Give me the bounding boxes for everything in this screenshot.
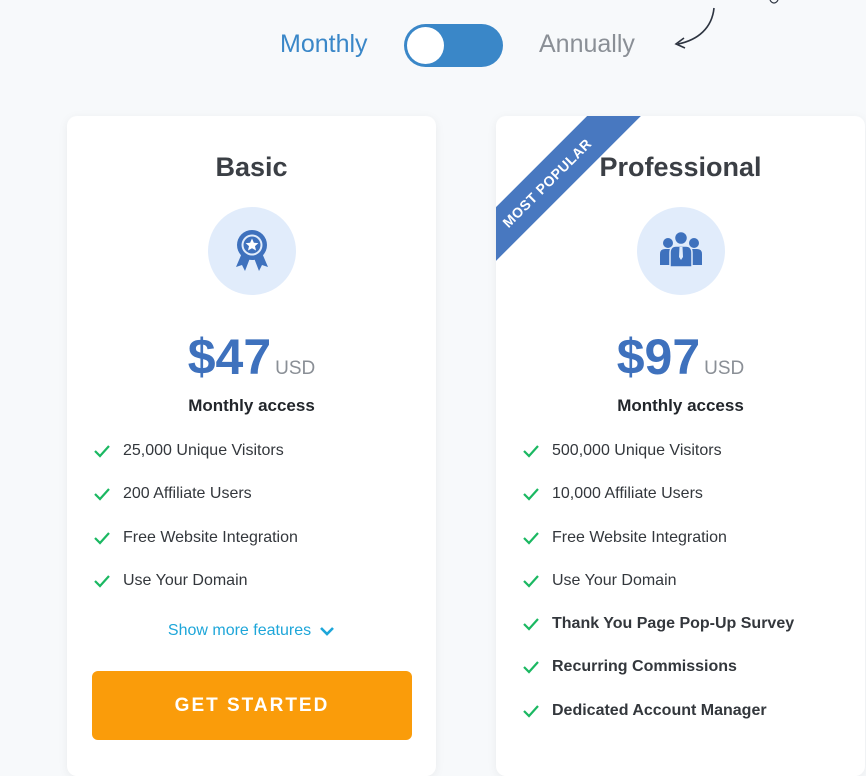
- monthly-label[interactable]: Monthly: [280, 30, 368, 59]
- price-row: $97 USD: [496, 328, 865, 386]
- curved-arrow-icon: [674, 0, 779, 49]
- feature-text: Thank You Page Pop-Up Survey: [552, 615, 795, 633]
- feature-item: Free Website Integration: [522, 529, 794, 572]
- check-icon: [523, 661, 539, 675]
- feature-text: Recurring Commissions: [552, 658, 737, 676]
- check-icon: [523, 575, 539, 588]
- feature-list: 25,000 Unique Visitors 200 Affiliate Use…: [93, 442, 298, 615]
- plan-price: $47: [187, 329, 272, 385]
- chevron-down-icon: [320, 626, 335, 636]
- feature-item: Recurring Commissions: [522, 658, 794, 701]
- check-icon: [94, 488, 110, 501]
- feature-text: 500,000 Unique Visitors: [552, 442, 722, 459]
- plan-currency: USD: [704, 358, 745, 379]
- plan-card-basic: Basic $47 USD Monthly access 25,000 Uniqu…: [67, 116, 436, 776]
- feature-item: 25,000 Unique Visitors: [93, 442, 298, 485]
- show-more-label: Show more features: [167, 622, 312, 639]
- show-more-features-link[interactable]: Show more features: [67, 622, 436, 640]
- award-ribbon-icon: [236, 230, 268, 271]
- check-icon: [94, 445, 110, 458]
- billing-switch[interactable]: [404, 24, 503, 67]
- feature-text: 10,000 Affiliate Users: [552, 485, 703, 503]
- feature-item: 500,000 Unique Visitors: [522, 442, 794, 485]
- plan-price: $97: [616, 329, 701, 385]
- plan-title: Basic: [215, 152, 288, 182]
- feature-item: Free Website Integration: [93, 529, 298, 572]
- feature-item: 10,000 Affiliate Users: [522, 485, 794, 528]
- plan-currency: USD: [275, 358, 316, 379]
- plan-icon-badge: [208, 207, 296, 295]
- feature-text: 25,000 Unique Visitors: [123, 442, 284, 459]
- feature-text: Free Website Integration: [123, 528, 298, 546]
- feature-text: Free Website Integration: [552, 528, 727, 546]
- feature-text: Dedicated Account Manager: [552, 701, 767, 719]
- price-row: $47 USD: [67, 328, 436, 386]
- feature-text: Use Your Domain: [123, 571, 248, 589]
- check-icon: [523, 531, 539, 545]
- plan-period: Monthly access: [617, 396, 744, 415]
- check-icon: [94, 575, 110, 588]
- feature-item: 200 Affiliate Users: [93, 485, 298, 528]
- feature-item: Thank You Page Pop-Up Survey: [522, 615, 794, 658]
- plan-card-professional: MOST POPULAR Professional $97 USD Monthly…: [496, 116, 865, 776]
- most-popular-ribbon: MOST POPULAR: [496, 116, 644, 264]
- plan-icon-badge: [637, 207, 725, 295]
- switch-knob: [407, 27, 444, 64]
- ribbon-label: MOST POPULAR: [496, 116, 642, 264]
- plan-period: Monthly access: [188, 396, 315, 415]
- check-icon: [523, 705, 539, 718]
- feature-text: Use Your Domain: [552, 571, 677, 589]
- feature-item: Use Your Domain: [522, 572, 794, 615]
- feature-text: 200 Affiliate Users: [123, 485, 252, 503]
- feature-item: Use Your Domain: [93, 572, 298, 615]
- check-icon: [523, 445, 539, 458]
- annually-label[interactable]: Annually: [539, 30, 635, 59]
- get-started-button[interactable]: GET STARTED: [92, 671, 412, 740]
- feature-list: 500,000 Unique Visitors 10,000 Affiliate…: [522, 442, 794, 745]
- check-icon: [523, 618, 539, 631]
- plan-title: Professional: [599, 152, 762, 182]
- check-icon: [94, 531, 110, 545]
- check-icon: [523, 488, 539, 501]
- team-users-icon: [660, 230, 702, 268]
- feature-item: Dedicated Account Manager: [522, 702, 794, 745]
